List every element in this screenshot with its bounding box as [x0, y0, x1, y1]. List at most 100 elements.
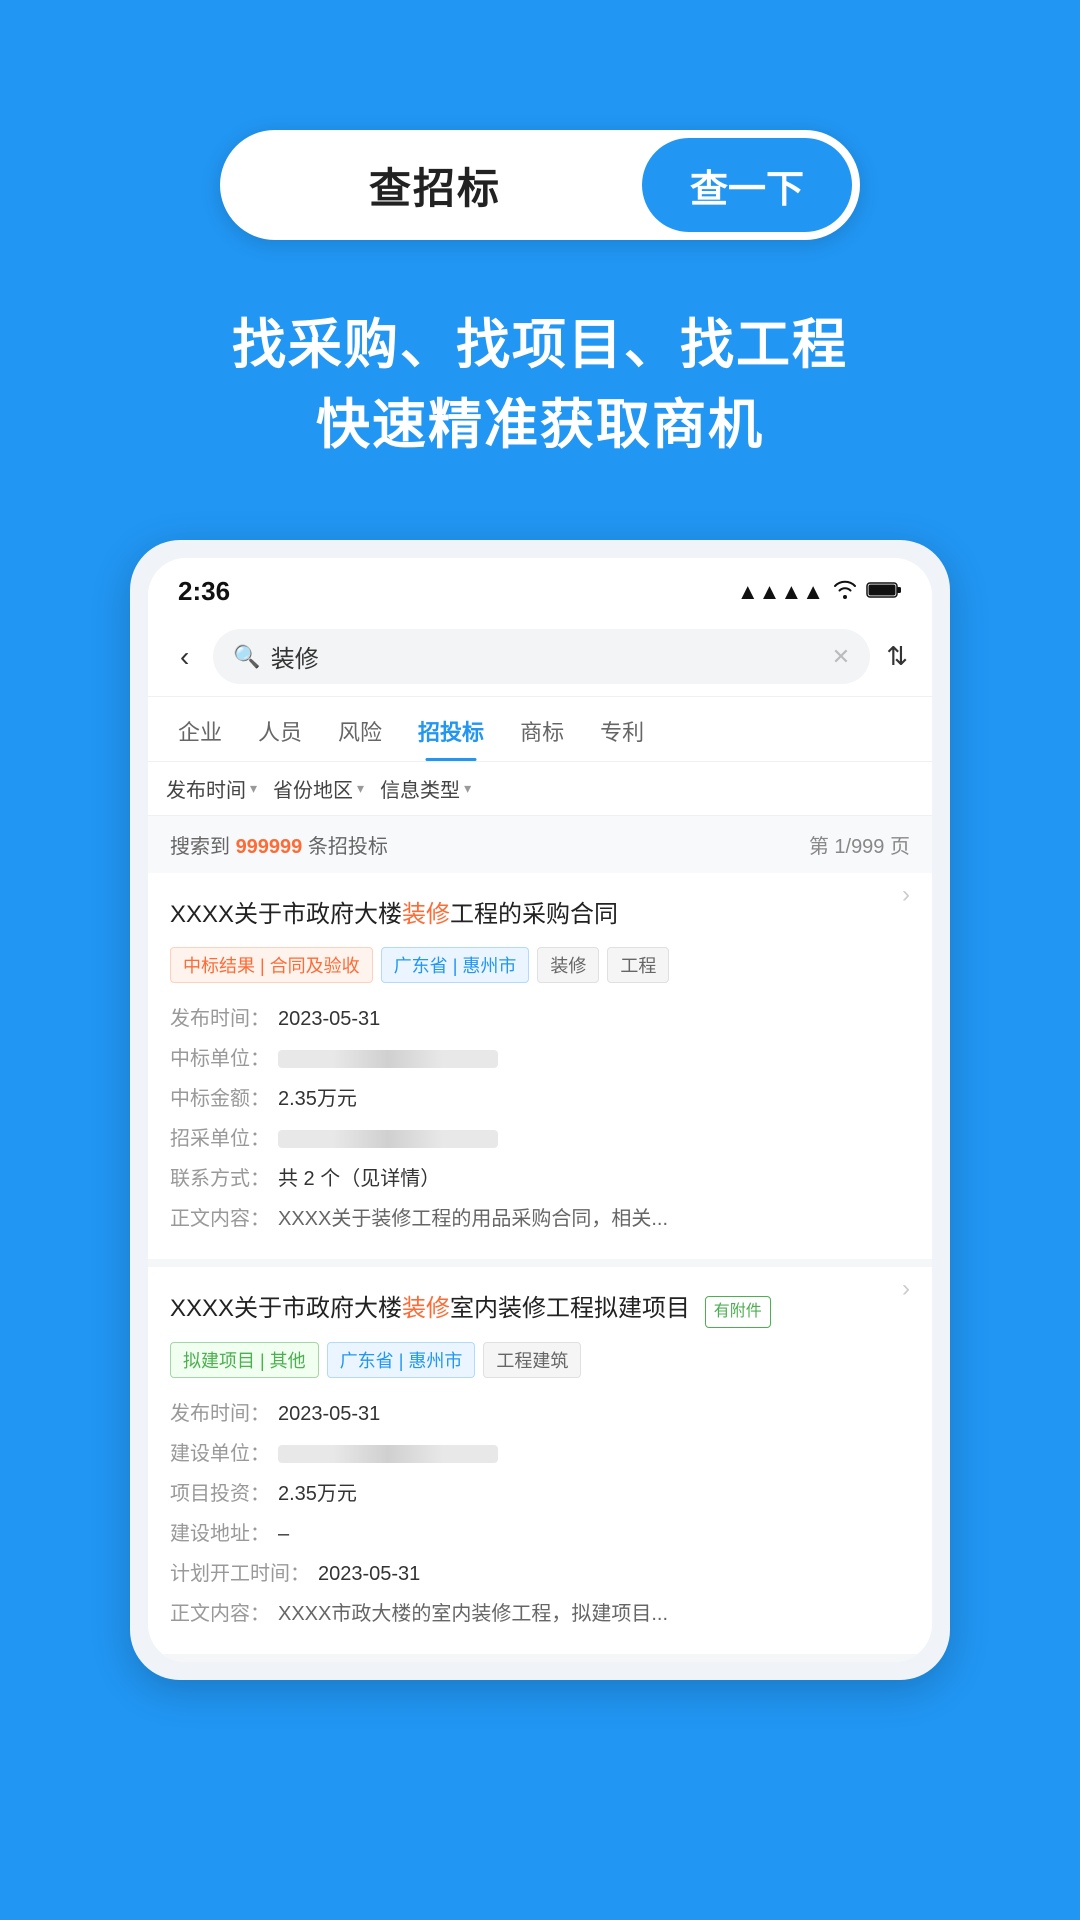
result-count-text: 搜索到 999999 条招投标: [170, 830, 388, 859]
page-info: 第 1/999 页: [809, 830, 910, 859]
back-button[interactable]: ‹: [172, 637, 197, 677]
card-2-content-row: 正文内容： XXXX市政大楼的室内装修工程，拟建项目...: [170, 1594, 910, 1634]
card-1-amount-label: 中标金额：: [170, 1079, 270, 1119]
card-1-amount-row: 中标金额： 2.35万元: [170, 1079, 910, 1119]
filter-region[interactable]: 省份地区 ▾: [273, 774, 364, 803]
card-2-title: XXXX关于市政府大楼装修室内装修工程拟建项目 有附件 ›: [170, 1291, 910, 1328]
card-1-title-highlight: 装修: [402, 901, 450, 928]
card-1-procurement-label: 招采单位：: [170, 1119, 270, 1159]
card-1-contact-row: 联系方式： 共 2 个（见详情）: [170, 1159, 910, 1199]
tab-risk[interactable]: 风险: [320, 697, 400, 761]
status-time: 2:36: [178, 576, 230, 607]
card-1-content-label: 正文内容：: [170, 1199, 270, 1239]
card-1-arrow: ›: [902, 877, 910, 913]
card-1-content-row: 正文内容： XXXX关于装修工程的用品采购合同，相关...: [170, 1199, 910, 1239]
filter-info-type-arrow: ▾: [464, 780, 471, 797]
card-1-procurement-row: 招采单位：: [170, 1119, 910, 1159]
tagline-line2: 快速精准获取商机: [232, 390, 848, 460]
card-2-publish-row: 发布时间： 2023-05-31: [170, 1394, 910, 1434]
card-1-info: 发布时间： 2023-05-31 中标单位： 中标金额： 2.35万元 招采单位…: [170, 999, 910, 1239]
tab-bidding[interactable]: 招投标: [400, 697, 502, 761]
main-search-bar: 查招标 查一下: [220, 130, 860, 240]
card-2-content-label: 正文内容：: [170, 1594, 270, 1634]
phone-inner: 2:36 ▲▲▲▲: [148, 558, 932, 1662]
card-2-title-highlight: 装修: [402, 1295, 450, 1322]
card-1-winner-label: 中标单位：: [170, 1039, 270, 1079]
tagline-line1: 找采购、找项目、找工程: [232, 310, 848, 380]
card-2-builder-blurred: [278, 1445, 498, 1463]
card-1-publish-row: 发布时间： 2023-05-31: [170, 999, 910, 1039]
tagline: 找采购、找项目、找工程 快速精准获取商机: [232, 310, 848, 460]
tag-construction: 工程建筑: [483, 1342, 581, 1378]
tag-attachment: 有附件: [705, 1296, 771, 1328]
filter-bar: 发布时间 ▾ 省份地区 ▾ 信息类型 ▾: [148, 762, 932, 816]
card-1-tags: 中标结果 | 合同及验收 广东省 | 惠州市 装修 工程: [170, 947, 910, 983]
card-1-content-text: XXXX关于装修工程的用品采购合同，相关...: [278, 1204, 668, 1234]
app-header: ‹ 🔍 装修 ✕ ⇅: [148, 617, 932, 697]
search-input-area[interactable]: 查招标: [228, 155, 642, 216]
wifi-icon: [832, 579, 858, 605]
tag-region: 广东省 | 惠州市: [381, 947, 530, 983]
card-1-title-suffix: 工程的采购合同: [450, 901, 618, 928]
search-input-label: 查招标: [369, 155, 501, 216]
tag-planned-project: 拟建项目 | 其他: [170, 1342, 319, 1378]
card-1-winner-row: 中标单位：: [170, 1039, 910, 1079]
card-2-arrow: ›: [902, 1271, 910, 1307]
card-2-investment-label: 项目投资：: [170, 1474, 270, 1514]
tab-enterprise[interactable]: 企业: [160, 697, 240, 761]
card-1-contact-value: 共 2 个（见详情）: [278, 1159, 910, 1199]
signal-icon: ▲▲▲▲: [737, 579, 824, 605]
search-clear-button[interactable]: ✕: [832, 644, 850, 670]
result-count-number: 999999: [236, 836, 303, 858]
search-field[interactable]: 🔍 装修 ✕: [213, 629, 870, 684]
card-1-contact-label: 联系方式：: [170, 1159, 270, 1199]
card-2-start-row: 计划开工时间： 2023-05-31: [170, 1554, 910, 1594]
card-2-investment-value: 2.35万元: [278, 1474, 910, 1514]
tag-bid-result: 中标结果 | 合同及验收: [170, 947, 373, 983]
filter-publish-time-arrow: ▾: [250, 780, 257, 797]
card-2-address-label: 建设地址：: [170, 1514, 270, 1554]
filter-publish-time[interactable]: 发布时间 ▾: [166, 774, 257, 803]
result-bar: 搜索到 999999 条招投标 第 1/999 页: [148, 816, 932, 873]
tag-decoration: 装修: [537, 947, 599, 983]
filter-region-arrow: ▾: [357, 780, 364, 797]
card-2-info: 发布时间： 2023-05-31 建设单位： 项目投资： 2.35万元 建设地址…: [170, 1394, 910, 1634]
tag-engineering: 工程: [607, 947, 669, 983]
card-1-title-prefix: XXXX关于市政府大楼: [170, 901, 402, 928]
card-2-address-row: 建设地址： –: [170, 1514, 910, 1554]
tab-trademark[interactable]: 商标: [502, 697, 582, 761]
status-bar: 2:36 ▲▲▲▲: [148, 558, 932, 617]
card-1-winner-blurred: [278, 1050, 498, 1068]
card-2-tags: 拟建项目 | 其他 广东省 | 惠州市 工程建筑: [170, 1342, 910, 1378]
card-2-start-value: 2023-05-31: [318, 1554, 910, 1594]
card-2-publish-label: 发布时间：: [170, 1394, 270, 1434]
status-icons: ▲▲▲▲: [737, 579, 902, 605]
filter-info-type[interactable]: 信息类型 ▾: [380, 774, 471, 803]
phone-mockup: 2:36 ▲▲▲▲: [130, 540, 950, 1680]
tab-patent[interactable]: 专利: [582, 697, 662, 761]
card-1-publish-label: 发布时间：: [170, 999, 270, 1039]
search-button[interactable]: 查一下: [642, 138, 852, 232]
search-icon: 🔍: [233, 644, 260, 670]
card-2-investment-row: 项目投资： 2.35万元: [170, 1474, 910, 1514]
filter-info-type-label: 信息类型: [380, 774, 460, 803]
card-1-title: XXXX关于市政府大楼装修工程的采购合同 ›: [170, 897, 910, 933]
result-card-2[interactable]: XXXX关于市政府大楼装修室内装修工程拟建项目 有附件 › 拟建项目 | 其他 …: [148, 1267, 932, 1662]
search-field-value: 装修: [271, 639, 822, 674]
card-2-publish-value: 2023-05-31: [278, 1394, 910, 1434]
tab-personnel[interactable]: 人员: [240, 697, 320, 761]
card-2-title-prefix: XXXX关于市政府大楼: [170, 1295, 402, 1322]
card-2-start-label: 计划开工时间：: [170, 1554, 310, 1594]
filter-icon[interactable]: ⇅: [886, 641, 908, 672]
filter-publish-time-label: 发布时间: [166, 774, 246, 803]
card-2-builder-row: 建设单位：: [170, 1434, 910, 1474]
result-card-1[interactable]: XXXX关于市政府大楼装修工程的采购合同 › 中标结果 | 合同及验收 广东省 …: [148, 873, 932, 1267]
filter-region-label: 省份地区: [273, 774, 353, 803]
card-2-builder-label: 建设单位：: [170, 1434, 270, 1474]
card-2-title-suffix: 室内装修工程拟建项目: [450, 1295, 690, 1322]
card-2-content-text: XXXX市政大楼的室内装修工程，拟建项目...: [278, 1599, 668, 1629]
battery-icon: [866, 579, 902, 605]
tab-nav: 企业 人员 风险 招投标 商标 专利: [148, 697, 932, 762]
tag-region-2: 广东省 | 惠州市: [327, 1342, 476, 1378]
card-2-address-value: –: [278, 1514, 910, 1554]
